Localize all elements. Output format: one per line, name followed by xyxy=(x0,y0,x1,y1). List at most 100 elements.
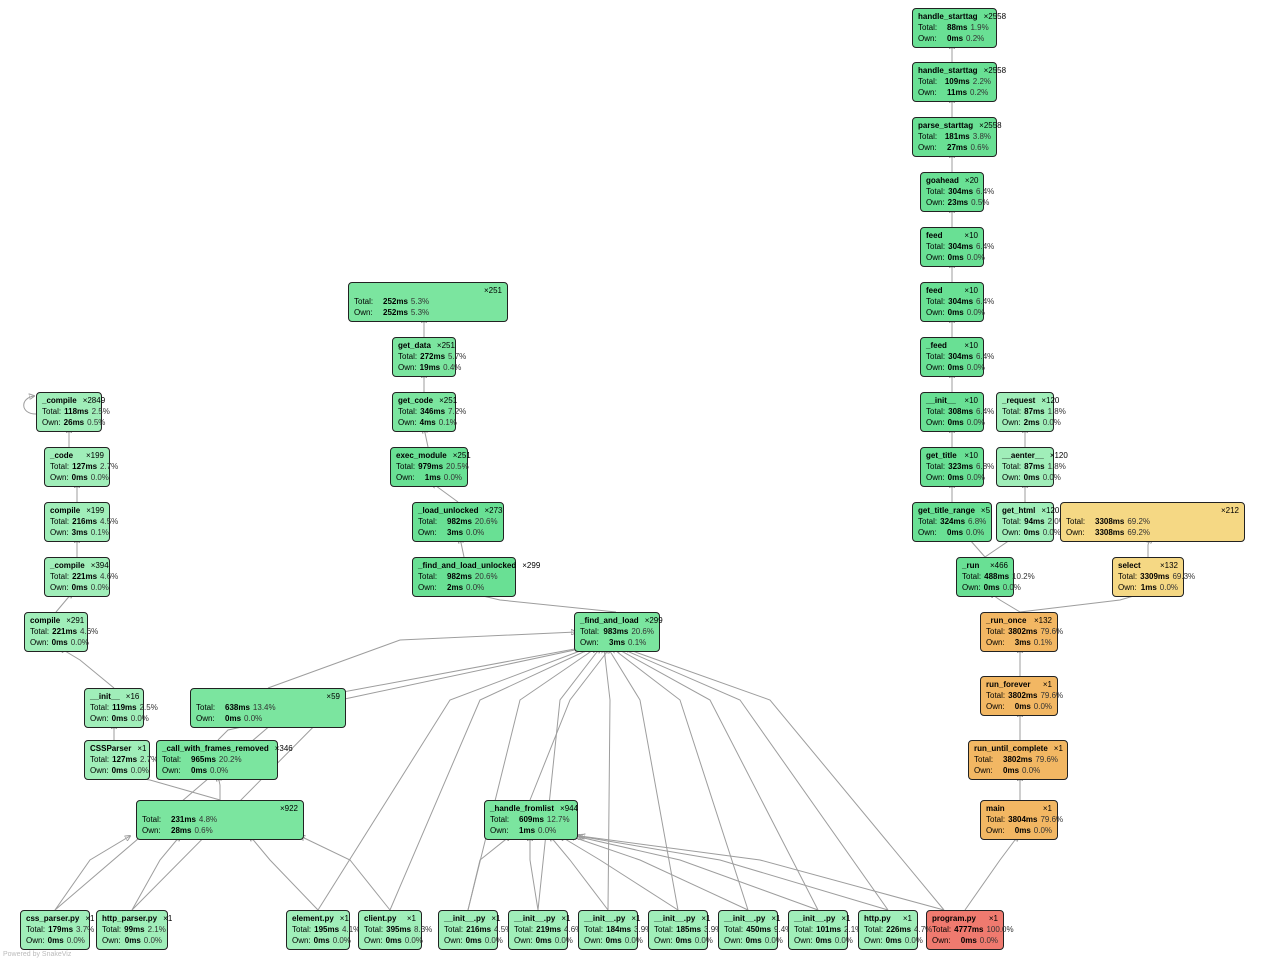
profile-node-method_read[interactable]: ×251Total:252ms5.3%Own:252ms5.3% xyxy=(348,282,508,322)
profile-node-_request[interactable]: _request×120Total:87ms1.8%Own:2ms0.0% xyxy=(996,392,1054,432)
profile-node-compile1[interactable]: compile×199Total:216ms4.5%Own:3ms0.1% xyxy=(44,502,110,542)
node-count: ×291 xyxy=(66,616,84,627)
node-count: ×1 xyxy=(407,914,416,925)
profile-node-init5[interactable]: __init__.py×1Total:450ms9.4%Own:0ms0.0% xyxy=(718,910,778,950)
node-title: get_code xyxy=(398,396,433,407)
profile-node-client[interactable]: client.py×1Total:395ms8.3%Own:0ms0.0% xyxy=(358,910,422,950)
node-own: 27ms xyxy=(947,143,967,154)
profile-node-select[interactable]: select×132Total:3309ms69.3%Own:1ms0.0% xyxy=(1112,557,1184,597)
node-own: 0ms xyxy=(48,936,64,947)
node-own: 0ms xyxy=(191,766,207,777)
node-own: 0ms xyxy=(125,936,141,947)
node-title: select xyxy=(1118,561,1141,572)
profile-node-program[interactable]: program.py×1Total:4777ms100.0%Own:0ms0.0… xyxy=(926,910,1004,950)
node-title: css_parser.py xyxy=(26,914,79,925)
node-own: 0ms xyxy=(1015,702,1031,713)
profile-node-get_title[interactable]: get_title×10Total:323ms6.8%Own:0ms0.0% xyxy=(920,447,984,487)
node-own: 3ms xyxy=(1015,638,1031,649)
profile-node-element[interactable]: element.py×1Total:195ms4.1%Own:0ms0.0% xyxy=(286,910,350,950)
node-total: 99ms xyxy=(124,925,144,936)
profile-node-run_until_complete[interactable]: run_until_complete×1Total:3802ms79.6%Own… xyxy=(968,740,1068,780)
node-own: 3ms xyxy=(447,528,463,539)
node-total: 638ms xyxy=(225,703,250,714)
profile-node-run_forever[interactable]: run_forever×1Total:3802ms79.6%Own:0ms0.0… xyxy=(980,676,1058,716)
profile-node-_code[interactable]: _code×199Total:127ms2.7%Own:0ms0.0% xyxy=(44,447,110,487)
node-count: ×1 xyxy=(85,914,94,925)
node-count: ×120 xyxy=(1041,396,1059,407)
profile-node-get_data[interactable]: get_data×251Total:272ms5.7%Own:19ms0.4% xyxy=(392,337,456,377)
node-count: ×120 xyxy=(1041,506,1059,517)
node-own: 26ms xyxy=(64,418,84,429)
node-total: 3308ms xyxy=(1095,517,1124,528)
profile-node-handle_fromlist[interactable]: _handle_fromlist×944Total:609ms12.7%Own:… xyxy=(484,800,578,840)
profile-node-_feed[interactable]: _feed×10Total:304ms6.4%Own:0ms0.0% xyxy=(920,337,984,377)
node-count: ×251 xyxy=(484,286,502,297)
profile-node-__init__[interactable]: __init__×16Total:119ms2.5%Own:0ms0.0% xyxy=(84,688,144,728)
node-title: _load_unlocked xyxy=(418,506,478,517)
profile-node-_run[interactable]: _run×466Total:488ms10.2%Own:0ms0.0% xyxy=(956,557,1014,597)
node-own: 0ms xyxy=(746,936,762,947)
node-title: get_html xyxy=(1002,506,1035,517)
node-count: ×922 xyxy=(280,804,298,815)
node-own: 0ms xyxy=(1015,826,1031,837)
profile-node-handle_starttag2[interactable]: handle_starttag×2558Total:109ms2.2%Own:1… xyxy=(912,62,997,102)
profile-node-get_html[interactable]: get_html×120Total:94ms2.0%Own:0ms0.0% xyxy=(996,502,1054,542)
node-total: 88ms xyxy=(947,23,967,34)
node-count: ×251 xyxy=(439,396,457,407)
profile-node-main[interactable]: main×1Total:3804ms79.6%Own:0ms0.0% xyxy=(980,800,1058,840)
node-total: 127ms xyxy=(72,462,97,473)
profile-node-call_frames[interactable]: _call_with_frames_removed×346Total:965ms… xyxy=(156,740,278,780)
node-title: __init__.py xyxy=(794,914,835,925)
profile-node-http_parser[interactable]: http_parser.py×1Total:99ms2.1%Own:0ms0.0… xyxy=(96,910,168,950)
node-own: 3ms xyxy=(609,638,625,649)
profile-node-init6[interactable]: __init__.py×1Total:101ms2.1%Own:0ms0.0% xyxy=(788,910,848,950)
node-count: ×394 xyxy=(91,561,109,572)
profile-node-_find_and_load_unlocked[interactable]: _find_and_load_unlocked×299Total:982ms20… xyxy=(412,557,516,597)
node-title: __init__.py xyxy=(584,914,625,925)
profile-node-get_code[interactable]: get_code×251Total:346ms7.2%Own:4ms0.1% xyxy=(392,392,456,432)
profile-node-__aenter__[interactable]: __aenter__×120Total:87ms1.8%Own:0ms0.0% xyxy=(996,447,1054,487)
profile-node-feed1[interactable]: feed×10Total:304ms6.4%Own:0ms0.0% xyxy=(920,227,984,267)
profile-node-method_control[interactable]: ×212Total:3308ms69.2%Own:3308ms69.2% xyxy=(1060,502,1245,542)
profile-node-init4[interactable]: __init__.py×1Total:185ms3.9%Own:0ms0.0% xyxy=(648,910,708,950)
node-total: 965ms xyxy=(191,755,216,766)
profile-node-init1[interactable]: __init__.py×1Total:216ms4.5%Own:0ms0.0% xyxy=(438,910,498,950)
profile-node-http[interactable]: http.py×1Total:226ms4.7%Own:0ms0.0% xyxy=(858,910,918,950)
profile-node-handle_starttag1[interactable]: handle_starttag×2558Total:88ms1.9%Own:0m… xyxy=(912,8,997,48)
node-count: ×299 xyxy=(645,616,663,627)
profile-node-parse_starttag[interactable]: parse_starttag×2558Total:181ms3.8%Own:27… xyxy=(912,117,997,157)
profile-node-exec_module[interactable]: exec_module×251Total:979ms20.5%Own:1ms0.… xyxy=(390,447,468,487)
node-own: 0ms xyxy=(886,936,902,947)
node-count: ×1 xyxy=(1054,744,1063,755)
node-title: _call_with_frames_removed xyxy=(162,744,269,755)
node-count: ×2558 xyxy=(984,66,1006,77)
profile-node-build_class[interactable]: ×922Total:231ms4.8%Own:28ms0.6% xyxy=(136,800,304,840)
node-title: exec_module xyxy=(396,451,447,462)
profile-node-init2[interactable]: __init__.py×1Total:219ms4.6%Own:0ms0.0% xyxy=(508,910,568,950)
node-count: ×10 xyxy=(964,396,978,407)
node-count: ×1 xyxy=(903,914,912,925)
profile-node-init3[interactable]: __init__.py×1Total:184ms3.9%Own:0ms0.0% xyxy=(578,910,638,950)
node-own: 0ms xyxy=(947,528,963,539)
profile-node-feed2[interactable]: feed×10Total:304ms6.4%Own:0ms0.0% xyxy=(920,282,984,322)
node-count: ×1 xyxy=(701,914,710,925)
profile-node-goahead[interactable]: goahead×20Total:304ms6.4%Own:23ms0.5% xyxy=(920,172,984,212)
node-count: ×1 xyxy=(340,914,349,925)
node-count: ×132 xyxy=(1160,561,1178,572)
node-title: __init__ xyxy=(926,396,956,407)
profile-node-CSSParser[interactable]: CSSParser×1Total:127ms2.7%Own:0ms0.0% xyxy=(84,740,150,780)
profile-node-_load_unlocked[interactable]: _load_unlocked×273Total:982ms20.6%Own:3m… xyxy=(412,502,504,542)
node-own: 0ms xyxy=(606,936,622,947)
profile-node-_compile1[interactable]: _compile×2849Total:118ms2.5%Own:26ms0.5% xyxy=(36,392,102,432)
node-total: 185ms xyxy=(676,925,701,936)
node-total: 3802ms xyxy=(1003,755,1032,766)
profile-node-get_title_range[interactable]: get_title_range×5Total:324ms6.8%Own:0ms0… xyxy=(912,502,992,542)
profile-node-_compile2[interactable]: _compile×394Total:221ms4.6%Own:0ms0.0% xyxy=(44,557,110,597)
profile-node-__init__2[interactable]: __init__×10Total:308ms6.4%Own:0ms0.0% xyxy=(920,392,984,432)
profile-node-css_parser[interactable]: css_parser.py×1Total:179ms3.7%Own:0ms0.0… xyxy=(20,910,90,950)
profile-node-compile2[interactable]: compile×291Total:221ms4.6%Own:0ms0.0% xyxy=(24,612,88,652)
profile-node-_run_once[interactable]: _run_once×132Total:3802ms79.6%Own:3ms0.1… xyxy=(980,612,1058,652)
profile-node-_find_and_load[interactable]: _find_and_load×299Total:983ms20.6%Own:3m… xyxy=(574,612,660,652)
profile-node-built_import[interactable]: ×59Total:638ms13.4%Own:0ms0.0% xyxy=(190,688,346,728)
node-total: 179ms xyxy=(48,925,73,936)
